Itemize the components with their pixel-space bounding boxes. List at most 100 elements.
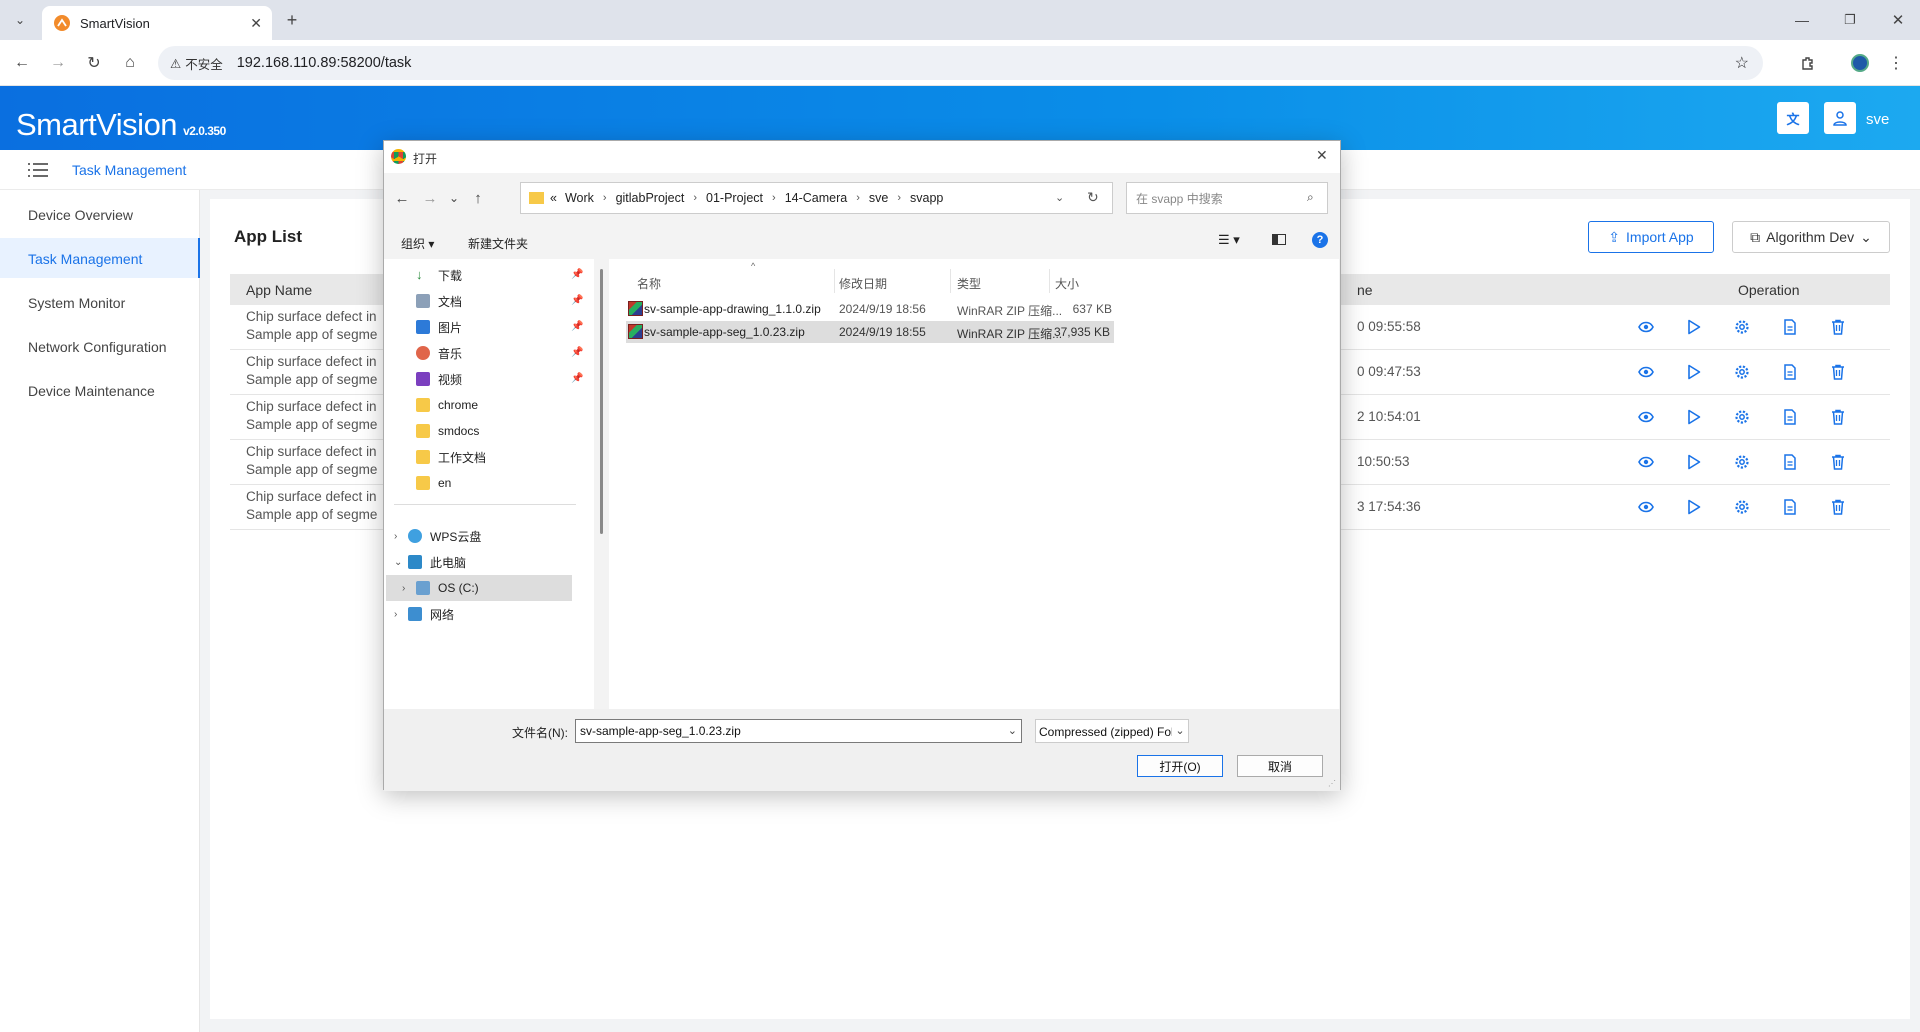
dialog-back-icon[interactable]: ← xyxy=(388,184,416,212)
language-button[interactable]: 文 xyxy=(1777,102,1809,134)
chevron-right-icon[interactable]: › xyxy=(394,531,408,542)
new-tab-icon[interactable]: + xyxy=(278,6,306,34)
gear-icon[interactable] xyxy=(1731,361,1753,383)
gear-icon[interactable] xyxy=(1731,451,1753,473)
username[interactable]: sve xyxy=(1866,111,1889,128)
bookmark-star-icon[interactable]: ☆ xyxy=(1735,53,1749,73)
sidebar-item-device-maintenance[interactable]: Device Maintenance xyxy=(0,370,200,410)
filetype-select[interactable]: Compressed (zipped) Folder ⌄ xyxy=(1035,719,1189,743)
profile-avatar[interactable] xyxy=(1846,49,1874,77)
sidebar-item-network-configuration[interactable]: Network Configuration xyxy=(0,326,200,366)
close-window-icon[interactable]: ✕ xyxy=(1884,6,1912,34)
log-file-icon[interactable] xyxy=(1779,316,1801,338)
path-segment[interactable]: 01-Project xyxy=(706,191,763,205)
url-text[interactable]: 192.168.110.89:58200/task xyxy=(237,55,412,71)
dialog-search-input[interactable]: 在 svapp 中搜索 ⌕ xyxy=(1126,182,1328,214)
resize-grip-icon[interactable]: ⋰ xyxy=(1328,779,1336,788)
sidebar-item-system-monitor[interactable]: System Monitor xyxy=(0,282,200,322)
log-file-icon[interactable] xyxy=(1779,406,1801,428)
dialog-address-bar[interactable]: « Work › gitlabProject › 01-Project › 14-Ca… xyxy=(520,182,1113,214)
close-tab-icon[interactable]: ✕ xyxy=(250,15,262,32)
path-segment[interactable]: Work xyxy=(565,191,594,205)
dialog-close-icon[interactable]: ✕ xyxy=(1316,147,1328,164)
home-icon[interactable]: ⌂ xyxy=(116,49,144,77)
log-file-icon[interactable] xyxy=(1779,451,1801,473)
path-segment[interactable]: 14-Camera xyxy=(785,191,848,205)
nav-item-smdocs[interactable]: smdocs xyxy=(416,418,479,444)
new-folder-button[interactable]: 新建文件夹 xyxy=(468,235,528,252)
delete-icon[interactable] xyxy=(1827,451,1849,473)
delete-icon[interactable] xyxy=(1827,406,1849,428)
play-icon[interactable] xyxy=(1683,361,1705,383)
tab-search-icon[interactable]: ⌄ xyxy=(6,6,34,34)
file-row-selected[interactable]: sv-sample-app-seg_1.0.23.zip 2024/9/19 1… xyxy=(626,321,1114,343)
sidebar-item-device-overview[interactable]: Device Overview xyxy=(0,194,200,234)
sidebar-item-task-management[interactable]: Task Management xyxy=(0,238,200,278)
nav-item-downloads[interactable]: ↓ 下载 xyxy=(416,262,462,288)
path-segment[interactable]: sve xyxy=(869,191,888,205)
import-app-button[interactable]: ⇪ Import App xyxy=(1588,221,1714,253)
column-size[interactable]: 大小 xyxy=(1055,275,1079,292)
view-icon[interactable] xyxy=(1635,316,1657,338)
delete-icon[interactable] xyxy=(1827,316,1849,338)
nav-item-work-docs[interactable]: 工作文档 xyxy=(416,444,486,470)
user-button[interactable] xyxy=(1824,102,1856,134)
view-icon[interactable] xyxy=(1635,361,1657,383)
tree-item-this-pc[interactable]: ⌄ 此电脑 xyxy=(394,549,466,575)
restore-icon[interactable]: ❐ xyxy=(1836,6,1864,34)
path-segment[interactable]: gitlabProject xyxy=(616,191,685,205)
play-icon[interactable] xyxy=(1683,406,1705,428)
path-overflow[interactable]: « xyxy=(550,191,557,205)
play-icon[interactable] xyxy=(1683,316,1705,338)
gear-icon[interactable] xyxy=(1731,496,1753,518)
view-menu-icon[interactable]: ☰ ▾ xyxy=(1218,232,1240,248)
chevron-right-icon[interactable]: › xyxy=(402,583,416,594)
security-indicator[interactable]: ⚠ 不安全 xyxy=(170,54,223,73)
nav-item-pictures[interactable]: 图片 xyxy=(416,314,462,340)
preview-pane-icon[interactable] xyxy=(1272,234,1286,245)
chevron-down-icon[interactable]: ⌄ xyxy=(394,557,408,568)
nav-item-chrome[interactable]: chrome xyxy=(416,392,478,418)
cancel-button[interactable]: 取消 xyxy=(1237,755,1323,777)
path-segment[interactable]: svapp xyxy=(910,191,943,205)
up-folder-icon[interactable]: ↑ xyxy=(464,184,492,212)
tree-item-os-c[interactable]: › OS (C:) xyxy=(386,575,572,601)
delete-icon[interactable] xyxy=(1827,496,1849,518)
algorithm-dev-button[interactable]: ⧉ Algorithm Dev ⌄ xyxy=(1732,221,1890,253)
chevron-right-icon[interactable]: › xyxy=(394,609,408,620)
play-icon[interactable] xyxy=(1683,451,1705,473)
address-bar[interactable]: ⚠ 不安全 192.168.110.89:58200/task ☆ xyxy=(158,46,1763,80)
view-icon[interactable] xyxy=(1635,451,1657,473)
view-icon[interactable] xyxy=(1635,406,1657,428)
nav-scrollbar[interactable] xyxy=(600,269,603,534)
address-dropdown-icon[interactable]: ⌄ xyxy=(1055,191,1064,204)
open-button[interactable]: 打开(O) xyxy=(1137,755,1223,777)
forward-icon[interactable]: → xyxy=(44,49,72,77)
menu-toggle-icon[interactable] xyxy=(28,162,48,178)
column-date[interactable]: 修改日期 xyxy=(839,275,887,292)
nav-item-documents[interactable]: 文档 xyxy=(416,288,462,314)
play-icon[interactable] xyxy=(1683,496,1705,518)
minimize-icon[interactable]: — xyxy=(1788,6,1816,34)
organize-button[interactable]: 组织 ▾ xyxy=(401,235,434,252)
filename-dropdown-icon[interactable]: ⌄ xyxy=(1008,724,1017,737)
column-type[interactable]: 类型 xyxy=(957,275,981,292)
extensions-icon[interactable] xyxy=(1794,49,1822,77)
log-file-icon[interactable] xyxy=(1779,496,1801,518)
refresh-icon[interactable]: ↻ xyxy=(1087,189,1099,206)
help-icon[interactable]: ? xyxy=(1312,232,1328,248)
breadcrumb[interactable]: Task Management xyxy=(72,162,186,178)
gear-icon[interactable] xyxy=(1731,316,1753,338)
browser-tab[interactable]: SmartVision ✕ xyxy=(42,6,272,40)
nav-item-music[interactable]: 音乐 xyxy=(416,340,462,366)
column-name[interactable]: 名称 xyxy=(637,275,661,292)
tree-item-network[interactable]: › 网络 xyxy=(394,601,454,627)
file-row[interactable]: sv-sample-app-drawing_1.1.0.zip 2024/9/1… xyxy=(626,298,1226,320)
gear-icon[interactable] xyxy=(1731,406,1753,428)
back-icon[interactable]: ← xyxy=(8,49,36,77)
tree-item-wps-cloud[interactable]: › WPS云盘 xyxy=(394,523,481,549)
filename-input[interactable]: sv-sample-app-seg_1.0.23.zip ⌄ xyxy=(575,719,1022,743)
reload-icon[interactable]: ↻ xyxy=(80,49,108,77)
nav-item-en[interactable]: en xyxy=(416,470,451,496)
log-file-icon[interactable] xyxy=(1779,361,1801,383)
